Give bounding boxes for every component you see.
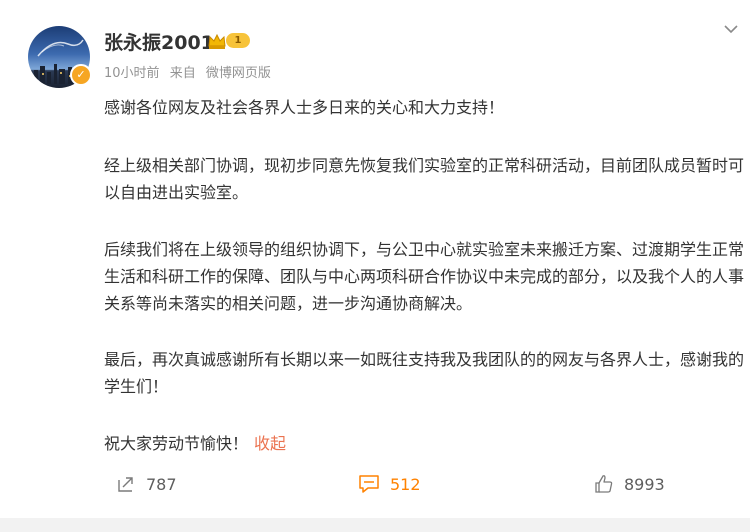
comment-icon [359,475,379,493]
post-paragraph-text: 祝大家劳动节愉快！ [104,434,249,453]
card-divider [0,518,750,532]
post-paragraph: 经上级相关部门协调，现初步同意先恢复我们实验室的正常科研活动，目前团队成员暂时可… [104,156,745,202]
level-badge: 1 [226,33,250,48]
comment-count: 512 [390,474,421,494]
post-meta: 10小时前 来自 微博网页版 [104,62,277,81]
author-name[interactable]: 张永振2001 [104,28,214,55]
like-count: 8993 [624,474,665,494]
repost-count: 787 [146,474,177,494]
verified-icon: ✓ [70,64,92,86]
collapse-link[interactable]: 收起 [254,434,286,453]
post-paragraph-last: 祝大家劳动节愉快！ 收起 [104,430,286,457]
like-button[interactable]: 8993 [594,468,665,500]
post-source: 微博网页版 [205,66,271,81]
post-paragraph: 感谢各位网友及社会各界人士多日来的关心和大力支持！ [104,98,505,117]
repost-icon [118,477,133,492]
weibo-post-card: ✓ 张永振2001 1 10小时前 来自 微博网页版 感谢各位网友及社会各界人士… [0,0,750,532]
avatar[interactable]: ✓ [28,26,92,88]
thumbs-up-icon [595,475,613,493]
post-paragraph: 最后，再次真诚感谢所有长期以来一如既往支持我及我团队的的网友与各界人士，感谢我的… [104,350,745,396]
crown-icon [208,33,226,49]
post-time[interactable]: 10小时前 [104,66,160,81]
chevron-down-icon[interactable] [724,24,738,34]
action-bar: 787 512 8993 [0,468,750,500]
repost-button[interactable]: 787 [116,468,177,500]
source-prefix: 来自 [169,66,196,81]
post-paragraph: 后续我们将在上级领导的组织协调下，与公卫中心就实验室未来搬迁方案、过渡期学生正常… [104,240,745,313]
comment-button[interactable]: 512 [358,468,421,500]
